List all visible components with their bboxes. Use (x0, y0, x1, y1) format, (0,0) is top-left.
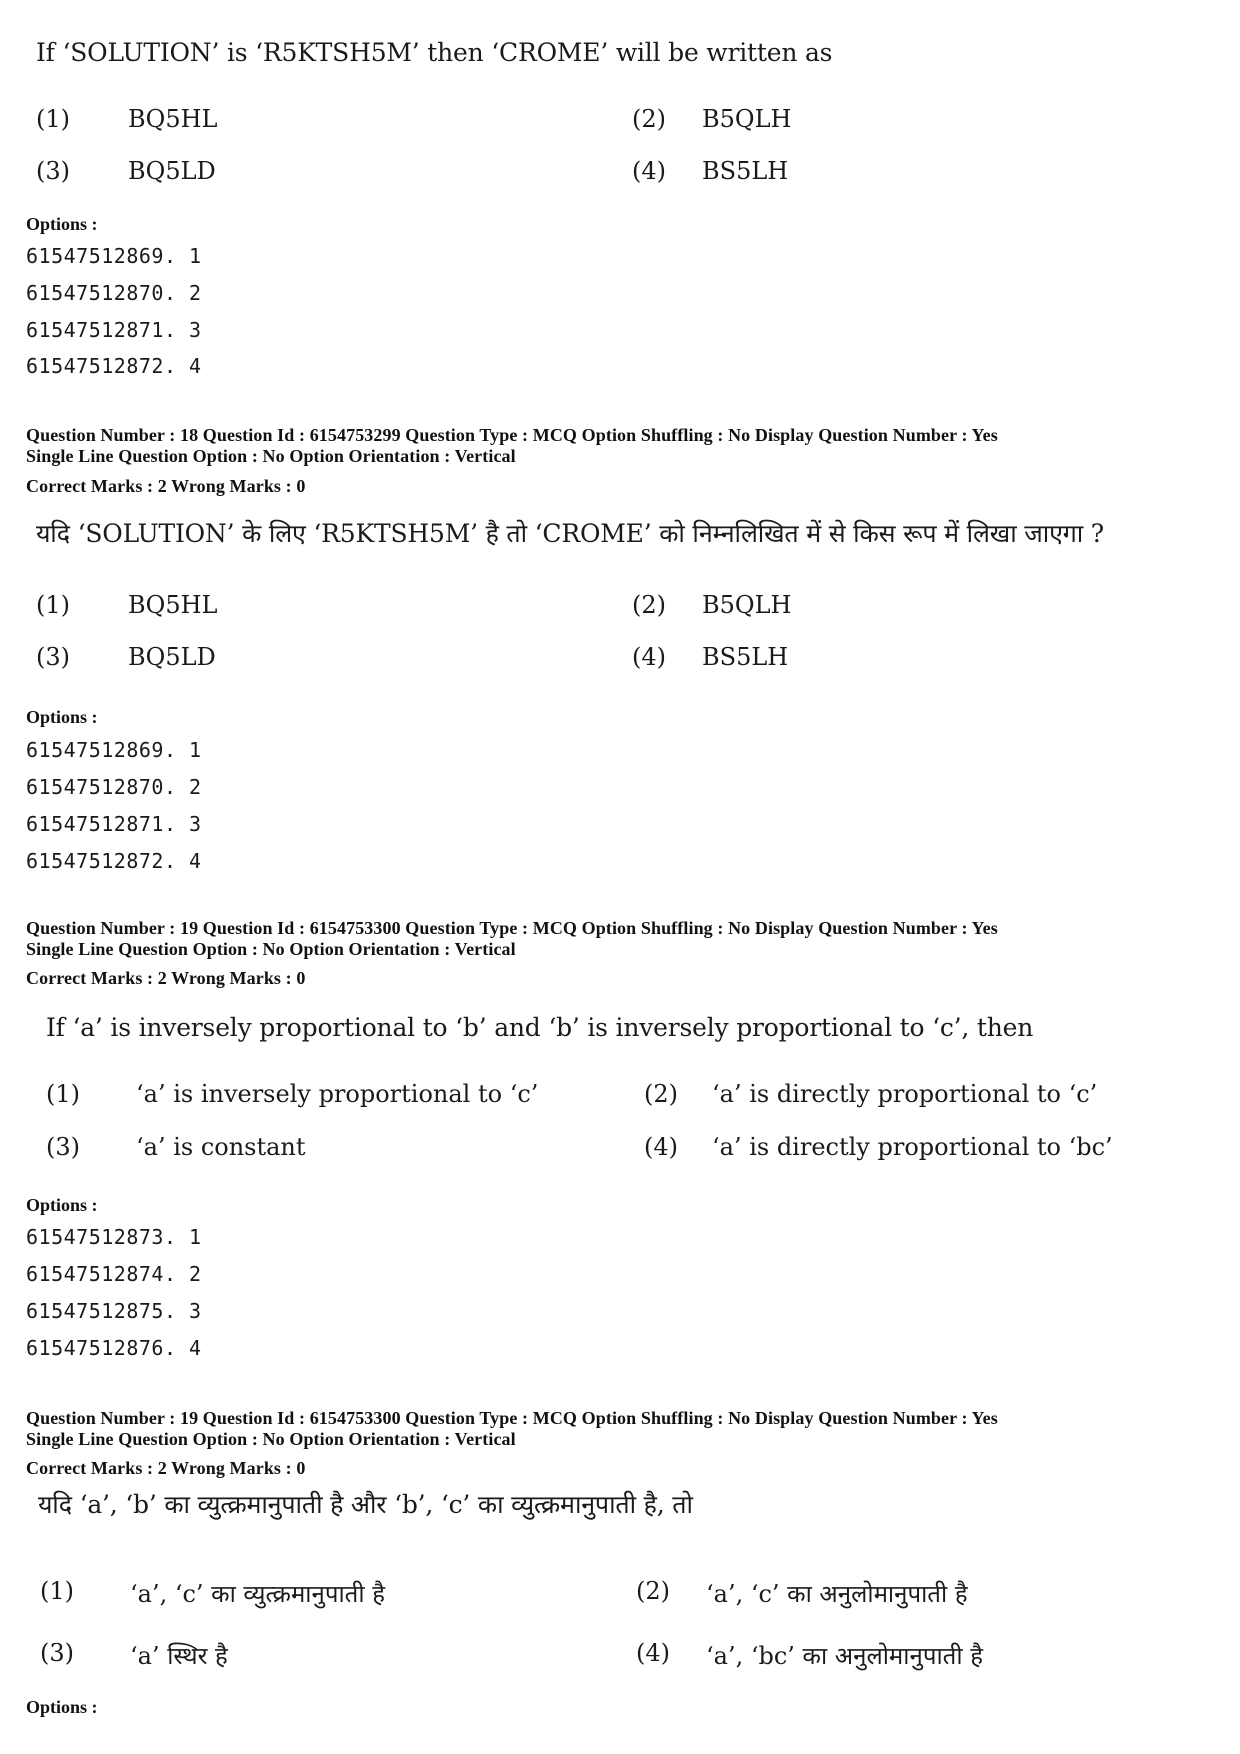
choice-text: ‘a’ is directly proportional to ‘bc’ (712, 1133, 1113, 1161)
question-meta: Question Number : 19 Question Id : 61547… (26, 918, 998, 938)
choice-number: (3) (36, 157, 70, 185)
option-id: 61547512872. 4 (26, 849, 202, 873)
choice-number: (4) (636, 1639, 670, 1667)
marks-info: Correct Marks : 2 Wrong Marks : 0 (26, 968, 306, 988)
options-label: Options : (26, 707, 98, 727)
option-id: 61547512876. 4 (26, 1336, 202, 1360)
option-id: 61547512872. 4 (26, 354, 202, 378)
question-text: If ‘a’ is inversely proportional to ‘b’ … (46, 1013, 1034, 1042)
choice-text: BQ5LD (128, 157, 216, 185)
choice-text: ‘a’, ‘bc’ का अनुलोमानुपाती है (706, 1642, 983, 1670)
choice-number: (2) (636, 1577, 670, 1605)
choice-number: (3) (40, 1639, 74, 1667)
choice-number: (2) (644, 1080, 678, 1108)
choice-text: B5QLH (702, 105, 792, 133)
question-text: If ‘SOLUTION’ is ‘R5KTSH5M’ then ‘CROME’… (36, 38, 833, 67)
options-label: Options : (26, 214, 98, 234)
option-id: 61547512869. 1 (26, 738, 202, 762)
option-id: 61547512870. 2 (26, 775, 202, 799)
choice-number: (1) (40, 1577, 74, 1605)
options-label: Options : (26, 1697, 98, 1717)
choice-text: ‘a’ स्थिर है (130, 1642, 228, 1670)
question-text: यदि ‘SOLUTION’ के लिए ‘R5KTSH5M’ है तो ‘… (36, 519, 1105, 548)
choice-text: ‘a’ is constant (136, 1133, 306, 1161)
choice-number: (2) (632, 591, 666, 619)
choice-text: ‘a’ is inversely proportional to ‘c’ (136, 1080, 539, 1108)
choice-text: ‘a’, ‘c’ का अनुलोमानुपाती है (706, 1580, 968, 1608)
choice-text: BS5LH (702, 643, 789, 671)
question-meta: Question Number : 18 Question Id : 61547… (26, 425, 998, 445)
choice-text: BQ5LD (128, 643, 216, 671)
option-id: 61547512869. 1 (26, 244, 202, 268)
choice-number: (3) (36, 643, 70, 671)
question-meta: Single Line Question Option : No Option … (26, 939, 516, 959)
option-id: 61547512871. 3 (26, 318, 202, 342)
choice-text: BS5LH (702, 157, 789, 185)
choice-text: ‘a’, ‘c’ का व्युत्क्रमानुपाती है (130, 1580, 385, 1608)
choice-number: (4) (632, 643, 666, 671)
option-id: 61547512871. 3 (26, 812, 202, 836)
choice-text: B5QLH (702, 591, 792, 619)
options-label: Options : (26, 1195, 98, 1215)
option-id: 61547512875. 3 (26, 1299, 202, 1323)
option-id: 61547512874. 2 (26, 1262, 202, 1286)
question-text: यदि ‘a’, ‘b’ का व्युत्क्रमानुपाती है और … (38, 1490, 693, 1519)
option-id: 61547512870. 2 (26, 281, 202, 305)
choice-text: ‘a’ is directly proportional to ‘c’ (712, 1080, 1098, 1108)
question-meta: Question Number : 19 Question Id : 61547… (26, 1408, 998, 1428)
choice-number: (3) (46, 1133, 80, 1161)
choice-number: (4) (632, 157, 666, 185)
choice-number: (1) (36, 105, 70, 133)
marks-info: Correct Marks : 2 Wrong Marks : 0 (26, 1458, 306, 1478)
choice-number: (4) (644, 1133, 678, 1161)
choice-text: BQ5HL (128, 105, 218, 133)
choice-number: (1) (36, 591, 70, 619)
option-id: 61547512873. 1 (26, 1225, 202, 1249)
choice-number: (2) (632, 105, 666, 133)
choice-text: BQ5HL (128, 591, 218, 619)
question-meta: Single Line Question Option : No Option … (26, 446, 516, 466)
choice-number: (1) (46, 1080, 80, 1108)
marks-info: Correct Marks : 2 Wrong Marks : 0 (26, 476, 306, 496)
question-meta: Single Line Question Option : No Option … (26, 1429, 516, 1449)
